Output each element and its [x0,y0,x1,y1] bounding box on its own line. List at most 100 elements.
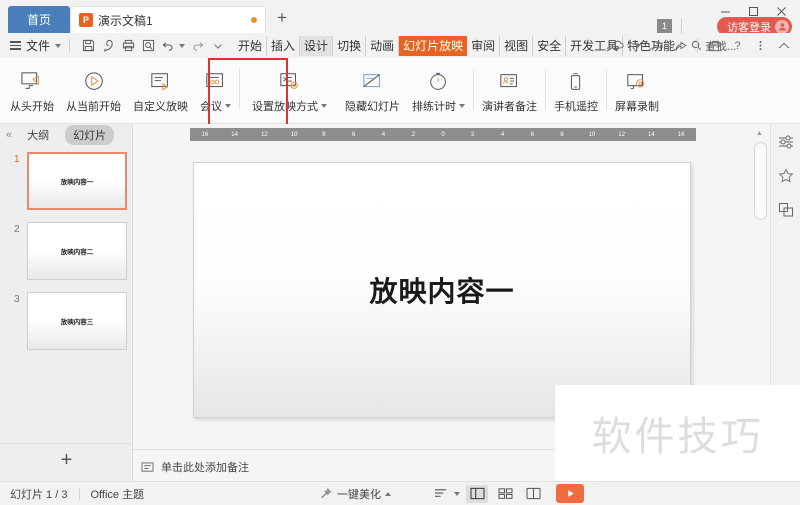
ruler-tick: 8 [322,131,326,138]
thumbnail-row-3[interactable]: 3 放映内容三 [0,290,132,360]
divider [606,68,607,110]
ribbon-button-hide-slide[interactable]: 隐藏幻灯片 [339,62,406,120]
ribbon-label-hide-slide: 隐藏幻灯片 [345,101,400,113]
custom-show-icon [149,68,173,96]
magic-wand-icon [321,487,332,499]
thumbnail-row-2[interactable]: 2 放映内容二 [0,220,132,290]
minimize-icon[interactable] [712,2,738,20]
print-icon[interactable] [118,36,138,56]
shapes-panel-icon[interactable] [775,166,797,186]
ribbon-button-meeting[interactable]: 会议 [194,62,237,120]
window-snap-icon[interactable] [704,36,725,56]
notification-badge[interactable]: 1 [657,19,672,33]
add-user-icon[interactable] [647,36,668,56]
menu-right-actions: ? [607,36,794,56]
thumbnail-list[interactable]: 1 放映内容一 2 放映内容二 3 放映内容三 [0,150,132,441]
phone-remote-icon [564,68,588,96]
tab-document-1[interactable]: P 演示文稿1 [70,6,266,33]
divider [79,487,81,500]
ruler-tick: 12 [261,131,268,138]
ruler-tick: 6 [530,131,534,138]
ruler-tick: 12 [618,131,625,138]
reading-view-icon[interactable] [522,485,544,503]
ribbon-tab-6[interactable]: 审阅 [467,35,501,56]
ribbon-tab-5[interactable]: 幻灯片放映 [399,35,468,56]
ruler-tick: 10 [588,131,596,138]
ribbon-tab-2[interactable]: 设计 [300,35,334,56]
watermark: 软件技巧 [555,385,800,481]
close-icon[interactable] [768,2,794,20]
properties-panel-icon[interactable] [775,132,797,152]
tab-outline[interactable]: 大纲 [19,125,57,145]
file-menu-label[interactable]: 文件 [26,37,50,54]
ribbon-button-from-current[interactable]: 从当前开始 [60,62,127,120]
ribbon-tab-7[interactable]: 视图 [500,35,534,56]
ruler-tick: 6 [352,131,356,138]
present-from-start-icon [20,68,44,96]
app-menu-icon[interactable] [10,41,21,50]
slide-title-text[interactable]: 放映内容一 [369,270,514,310]
ribbon-button-screen-record[interactable]: 屏幕录制 [609,62,665,120]
ribbon-tab-1[interactable]: 插入 [267,35,301,56]
print-preview-icon[interactable] [138,36,158,56]
theme-label[interactable]: Office 主题 [90,486,144,502]
chevron-down-icon[interactable] [459,104,465,108]
slide-sorter-icon[interactable] [494,485,516,503]
chevron-down-icon[interactable] [225,104,231,108]
collapse-panel-icon[interactable]: « [6,129,12,141]
ribbon-label-from-current: 从当前开始 [66,101,121,113]
slide-counter: 幻灯片 1 / 3 [10,488,68,501]
undo-dropdown-icon[interactable] [179,43,186,48]
ribbon-label-screen-record: 屏幕录制 [615,101,659,113]
start-slideshow-button[interactable] [556,484,584,503]
thumbnail-2[interactable]: 放映内容二 [27,222,127,280]
ribbon-button-setup-show[interactable]: 设置放映方式 [246,62,333,120]
chevron-down-icon[interactable] [321,104,327,108]
beautify-button[interactable]: 一键美化 [320,486,391,502]
redo-icon[interactable] [188,36,208,56]
thumbnail-number: 1 [14,154,20,165]
cloud-dropdown-icon[interactable] [635,43,641,48]
maximize-icon[interactable] [740,2,766,20]
ribbon-button-presenter-notes[interactable]: 演讲者备注 [476,62,543,120]
ribbon-label-rehearse-timing: 排练计时 [412,98,465,114]
slide-canvas[interactable]: 放映内容一 [193,162,691,418]
thumbnail-3[interactable]: 放映内容三 [27,292,127,350]
ribbon-button-from-start[interactable]: 从头开始 [4,62,60,120]
undo-icon[interactable] [158,36,178,56]
cloud-sync-icon[interactable] [607,36,628,56]
ribbon-button-rehearse-timing[interactable]: 排练计时 [406,62,471,120]
present-from-current-icon [82,68,106,96]
layers-panel-icon[interactable] [775,200,797,220]
scrollbar-thumb[interactable] [754,142,767,220]
ruler-tick: 16 [201,131,209,138]
ribbon-tab-4[interactable]: 动画 [366,35,400,56]
help-icon[interactable]: ? [727,36,748,56]
add-slide-button[interactable]: + [0,443,133,477]
share-pen-icon[interactable] [98,36,118,56]
normal-view-icon[interactable] [466,484,488,503]
ribbon-tab-3[interactable]: 切换 [333,35,367,56]
ribbon-button-custom-show[interactable]: 自定义放映 [127,62,194,120]
save-icon[interactable] [78,36,98,56]
tab-home[interactable]: 首页 [8,6,70,33]
ruler-tick: 10 [290,131,298,138]
chevron-down-icon[interactable] [55,43,62,48]
collapse-ribbon-icon[interactable] [773,36,794,56]
ribbon-button-phone-remote[interactable]: 手机遥控 [548,62,604,120]
quick-access-more-icon[interactable] [208,36,228,56]
more-vertical-icon[interactable] [750,36,771,56]
notes-pane[interactable]: 单击此处添加备注 [141,459,249,475]
share-icon[interactable] [670,36,691,56]
ribbon-tab-8[interactable]: 安全 [533,35,567,56]
ribbon-tab-0[interactable]: 开始 [234,35,268,56]
tab-slides[interactable]: 幻灯片 [65,125,115,145]
scroll-up-icon[interactable]: ▲ [756,130,763,137]
thumbnail-1[interactable]: 放映内容一 [27,152,127,210]
new-tab-button[interactable]: + [272,9,292,29]
thumbnail-row-1[interactable]: 1 放映内容一 [0,150,132,220]
outline-view-icon[interactable] [430,485,452,503]
document-tab-bar: 首页 P 演示文稿1 + 1 访客登录 [0,0,800,36]
view-dropdown-icon[interactable] [454,491,460,496]
chevron-up-icon[interactable] [385,491,391,496]
